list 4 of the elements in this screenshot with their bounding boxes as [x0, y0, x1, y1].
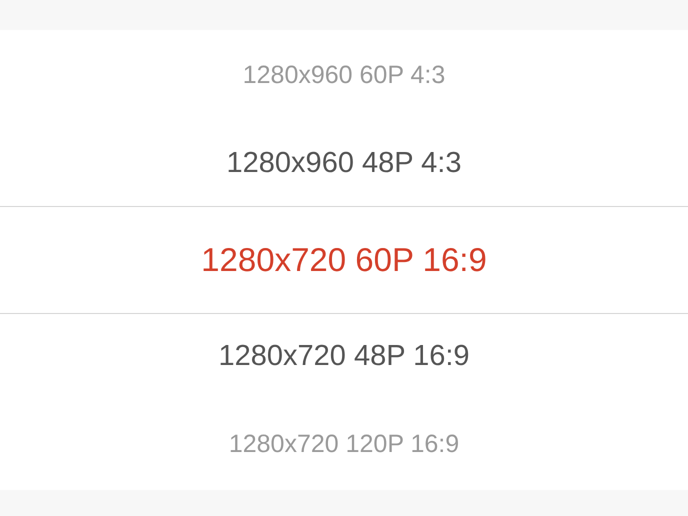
picker-wheel[interactable]: 1280x960 60P 4:3 1280x960 48P 4:3 1280x720 60P 16:9 1280x720 48P 16:9 1280x720 120P 16:9	[0, 30, 688, 490]
picker-option[interactable]: 1280x720 60P 16:9	[201, 240, 487, 279]
picker-option[interactable]: 1280x720 48P 16:9	[218, 340, 470, 373]
picker-option[interactable]: 1280x960 48P 4:3	[226, 147, 462, 180]
